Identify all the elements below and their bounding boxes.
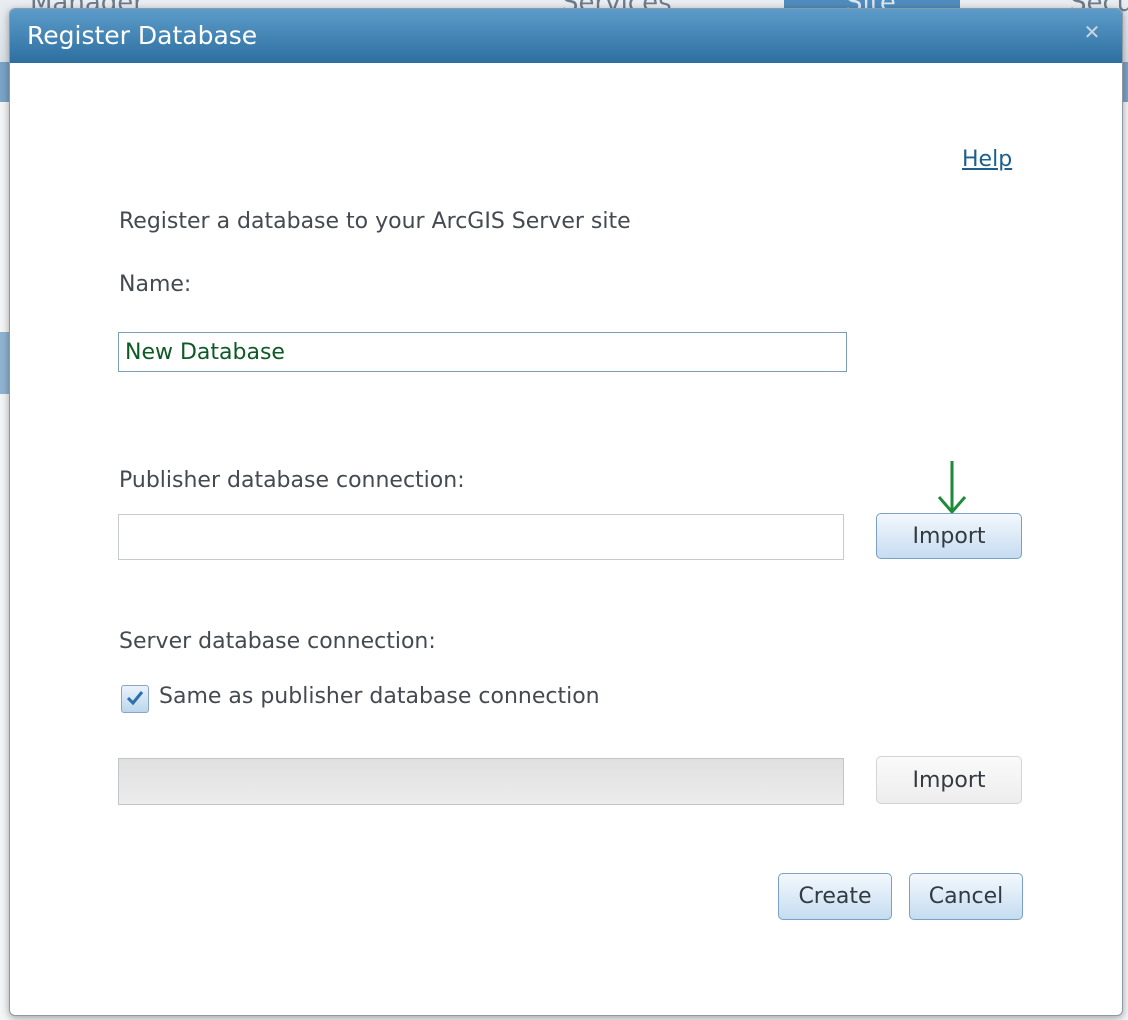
server-connection-label: Server database connection: <box>119 629 436 654</box>
publisher-connection-input[interactable] <box>118 514 844 560</box>
create-button[interactable]: Create <box>778 873 892 920</box>
server-connection-input <box>118 758 844 805</box>
publisher-import-button[interactable]: Import <box>876 513 1022 559</box>
dialog-title-bar[interactable]: Register Database ✕ <box>10 9 1122 63</box>
server-import-button: Import <box>876 756 1022 804</box>
publisher-connection-label: Publisher database connection: <box>119 468 465 493</box>
checkmark-icon <box>126 691 144 706</box>
help-link[interactable]: Help <box>962 147 1012 172</box>
register-database-dialog: Register Database ✕ Help Register a data… <box>9 8 1123 1016</box>
same-as-publisher-label[interactable]: Same as publisher database connection <box>159 684 600 709</box>
down-arrow-icon <box>937 461 967 515</box>
same-as-publisher-checkbox[interactable] <box>121 685 149 713</box>
intro-text: Register a database to your ArcGIS Serve… <box>119 209 631 234</box>
cancel-button[interactable]: Cancel <box>909 873 1023 920</box>
dialog-title: Register Database <box>27 21 258 50</box>
close-icon[interactable]: ✕ <box>1082 22 1102 42</box>
name-label: Name: <box>119 272 192 297</box>
name-input[interactable]: New Database <box>118 332 847 372</box>
